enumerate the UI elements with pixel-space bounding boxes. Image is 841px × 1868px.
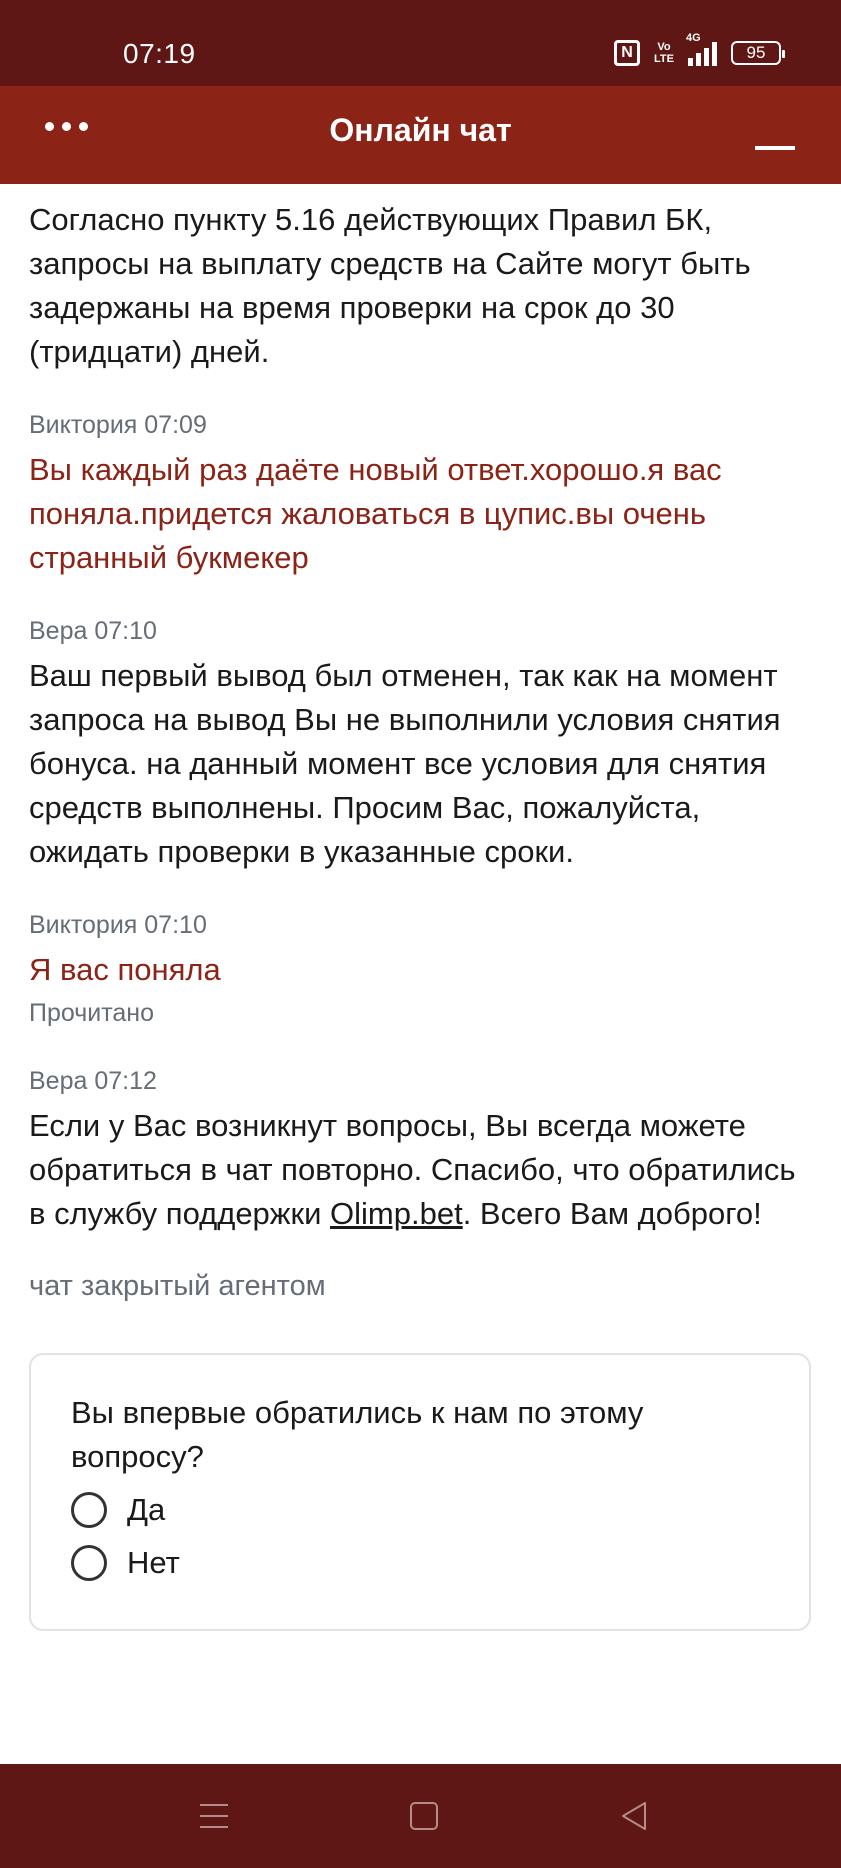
back-icon[interactable] (620, 1801, 648, 1836)
survey-question: Вы впервые обратились к нам по этому воп… (71, 1395, 644, 1474)
agent-message: Вера 07:10 Ваш первый вывод был отменен,… (29, 616, 813, 874)
message-text: Вы каждый раз даёте новый ответ.хорошо.я… (29, 452, 722, 575)
app-header: Онлайн чат (0, 86, 841, 184)
system-nav-bar (0, 1764, 841, 1868)
message-text: Если у Вас возникнут вопросы, Вы всегда … (29, 1104, 813, 1236)
radio-label: Нет (127, 1544, 180, 1580)
olimp-bet-link[interactable]: Olimp.bet (330, 1196, 463, 1231)
battery-icon: 95 (731, 41, 785, 65)
status-icons: N Vo LTE 4G 95 (614, 32, 785, 66)
message-meta: Вера 07:12 (29, 1067, 157, 1095)
message-text: Ваш первый вывод был отменен, так как на… (29, 658, 781, 869)
radio-label: Да (127, 1491, 166, 1527)
volte-icon: Vo LTE (654, 41, 674, 65)
user-message: Виктория 07:10 Я вас поняла Прочитано (29, 910, 813, 1030)
nfc-icon: N (614, 40, 641, 66)
survey-option-no[interactable]: Нет (71, 1536, 771, 1589)
message-text: Согласно пункту 5.16 действующих Правил … (29, 202, 751, 369)
page-title: Онлайн чат (329, 112, 512, 148)
message-text-part: . Всего Вам доброго! (462, 1196, 762, 1231)
status-bar: 07:19 N Vo LTE 4G 95 (0, 0, 841, 86)
read-status: Прочитано (29, 999, 154, 1027)
message-meta: Виктория 07:10 (29, 911, 207, 939)
recent-apps-icon[interactable] (200, 1804, 228, 1837)
chat-transcript: Согласно пункту 5.16 действующих Правил … (0, 184, 841, 1764)
minimize-icon[interactable] (755, 146, 795, 150)
signal-icon: 4G (686, 32, 717, 66)
status-time: 07:19 (123, 38, 196, 69)
survey-option-yes[interactable]: Да (71, 1483, 771, 1536)
chat-closed-note: чат закрытый агентом (29, 1270, 326, 1302)
radio-button[interactable] (71, 1491, 107, 1528)
home-icon[interactable] (410, 1802, 438, 1830)
message-meta: Вера 07:10 (29, 617, 157, 645)
message-text: Я вас поняла (29, 952, 221, 987)
agent-message: Согласно пункту 5.16 действующих Правил … (29, 198, 813, 374)
network-type-label: 4G (686, 32, 701, 44)
radio-button[interactable] (71, 1544, 107, 1581)
message-meta: Виктория 07:09 (29, 411, 207, 439)
survey-card: Вы впервые обратились к нам по этому воп… (29, 1353, 811, 1631)
user-message: Виктория 07:09 Вы каждый раз даёте новый… (29, 410, 813, 580)
agent-message: Вера 07:12 Если у Вас возникнут вопросы,… (29, 1066, 813, 1236)
